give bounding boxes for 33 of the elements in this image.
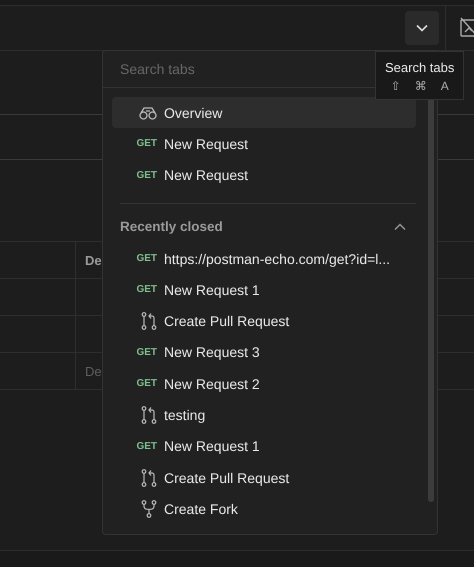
closed-tab-item[interactable]: GET New Request 1 — [112, 430, 416, 462]
column-header: De — [85, 252, 102, 268]
closed-tab-item[interactable]: Create Fork — [112, 493, 416, 525]
method-label: GET — [136, 253, 157, 264]
method-label: GET — [136, 170, 157, 181]
section-title: Recently closed — [120, 219, 223, 234]
method-label: GET — [136, 378, 157, 390]
pull-request-icon — [141, 312, 157, 330]
closed-tab-item[interactable]: GET New Request 1 — [112, 274, 416, 306]
closed-tab-item[interactable]: GET https://postman-echo.com/get?id=l... — [112, 242, 416, 274]
binoculars-icon — [139, 106, 157, 120]
tab-item[interactable]: Overview — [112, 97, 416, 128]
closed-tab-item[interactable]: GET New Request 3 — [112, 336, 416, 368]
pull-request-icon — [141, 468, 157, 487]
method-label: GET — [136, 284, 157, 296]
pull-request-icon — [141, 406, 157, 424]
scrollbar-thumb[interactable] — [428, 97, 434, 502]
table-cell: De — [85, 364, 102, 378]
tab-item[interactable]: GET New Request — [112, 160, 416, 191]
closed-tab-item[interactable]: testing — [112, 399, 416, 431]
method-label: GET — [136, 138, 157, 150]
shortcut-key: A — [440, 79, 449, 93]
image-off-icon[interactable] — [460, 17, 474, 39]
chevron-down-icon — [416, 24, 428, 32]
method-label: GET — [136, 346, 157, 358]
method-label: GET — [136, 440, 157, 452]
caret-icon[interactable] — [394, 222, 406, 231]
tab-item[interactable]: GET New Request — [112, 128, 416, 160]
closed-tab-item[interactable]: GET New Request 2 — [112, 368, 416, 400]
tabs-dropdown-button[interactable] — [405, 11, 439, 45]
closed-tab-item[interactable]: Create Pull Request — [112, 462, 416, 494]
fork-icon — [141, 500, 157, 518]
closed-tab-item[interactable]: Create Pull Request — [112, 305, 416, 337]
